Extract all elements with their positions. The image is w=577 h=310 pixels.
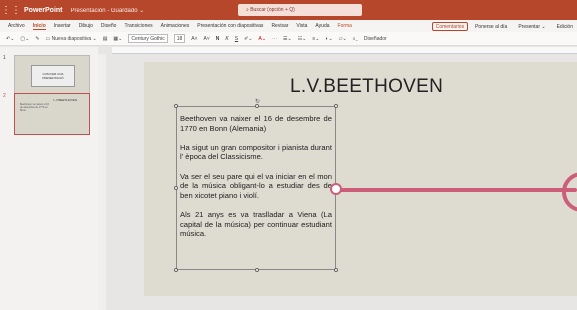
tab-insertar[interactable]: Insertar — [54, 23, 71, 29]
designer-button[interactable]: Diseñador — [364, 36, 387, 42]
format-painter-icon[interactable]: ✎ — [35, 36, 39, 42]
resize-handle[interactable] — [174, 104, 178, 108]
paragraph: Als 21 anys es va traslladar a Viena (La… — [180, 209, 332, 239]
resize-handle[interactable] — [174, 186, 178, 190]
tab-ayuda[interactable]: Ayuda — [315, 23, 329, 29]
font-size-select[interactable]: 18 — [173, 34, 186, 43]
search-input[interactable]: ⌕ Buscar (opción + Q) — [238, 4, 362, 16]
resize-handle[interactable] — [334, 104, 338, 108]
tab-diseno[interactable]: Diseño — [101, 23, 117, 29]
undo-icon[interactable]: ↶⌄ — [6, 36, 14, 42]
vertical-ruler — [98, 54, 106, 310]
align-icon[interactable]: ≡⌄ — [312, 36, 319, 42]
edit-mode-button[interactable]: Edición — [553, 22, 577, 31]
tab-inicio[interactable]: Inicio — [32, 23, 46, 30]
grow-font-icon[interactable]: A˄ — [191, 36, 197, 42]
app-name: PowerPoint — [24, 6, 63, 14]
highlight-icon[interactable]: ✐⌄ — [244, 36, 252, 42]
title-bar: ⋮⋮ PowerPoint Presentación - Guardado ⌄ … — [0, 0, 577, 20]
slide-thumbnail-2-text: Beethoven va naixer el 16 de desembre de… — [20, 103, 49, 112]
catch-up-button[interactable]: Ponerse al día — [471, 22, 511, 31]
ribbon-toolbar: ↶⌄ ▢⌄ ✎ ▭ Nueva diapositiva ⌄ ▤ ▦⌄ Centu… — [0, 32, 577, 46]
app-launcher-icon[interactable]: ⋮⋮ — [0, 0, 22, 20]
clipboard-icon[interactable]: ▢⌄ — [20, 36, 29, 42]
tab-presentacion[interactable]: Presentación con diapositivas — [197, 23, 263, 29]
slide-title[interactable]: L.V.BEETHOVEN — [290, 76, 443, 98]
bold-button[interactable]: N — [216, 36, 220, 42]
shape-outline-icon[interactable]: ▱⌄ — [339, 36, 347, 42]
slide-number-2: 2 — [3, 93, 6, 99]
slide-thumbnail-pane: 1 COM FER UNA PRESENTACIÓ 2 L.V.BEETHOVE… — [0, 47, 98, 310]
resize-handle[interactable] — [255, 268, 259, 272]
tab-dibujo[interactable]: Dibujo — [79, 23, 93, 29]
connector-line[interactable] — [336, 188, 577, 192]
connector-start-handle[interactable] — [330, 183, 342, 195]
new-slide-button[interactable]: ▭ Nueva diapositiva ⌄ — [46, 36, 97, 42]
paragraph: Beethoven va naixer el 16 de desembre de… — [180, 114, 332, 133]
comments-button[interactable]: Comentarios — [431, 21, 469, 31]
present-button[interactable]: Presentar ⌄ — [514, 22, 549, 31]
paragraph: Va ser el seu pare qui el va iniciar en … — [180, 171, 332, 200]
tab-revisar[interactable]: Revisar — [271, 23, 288, 29]
tab-archivo[interactable]: Archivo — [8, 23, 25, 29]
slide-thumbnail-2[interactable]: L.V.BEETHOVEN Beethoven va naixer el 16 … — [14, 93, 90, 135]
bullets-icon[interactable]: ☰⌄ — [283, 36, 292, 42]
shrink-font-icon[interactable]: A˅ — [204, 36, 210, 42]
slide-thumbnail-1-title: COM FER UNA PRESENTACIÓ — [31, 65, 75, 87]
resize-handle[interactable] — [174, 268, 178, 272]
ribbon-tabs: Archivo Inicio Insertar Dibujo Diseño Tr… — [0, 20, 577, 32]
slide-thumbnail-1[interactable]: COM FER UNA PRESENTACIÓ — [14, 55, 90, 97]
tab-transiciones[interactable]: Transiciones — [124, 23, 152, 29]
slide-body-text[interactable]: Beethoven va naixer el 16 de desembre de… — [180, 114, 332, 248]
numbering-icon[interactable]: ☷⌄ — [298, 36, 307, 42]
slide-number-1: 1 — [3, 55, 6, 61]
layout-icon[interactable]: ▤ — [103, 36, 108, 42]
resize-handle[interactable] — [334, 268, 338, 272]
font-color-icon[interactable]: A⌄ — [259, 36, 267, 42]
sections-icon[interactable]: ▦⌄ — [113, 36, 122, 42]
tab-vista[interactable]: Vista — [296, 23, 307, 29]
italic-button[interactable]: K — [225, 36, 228, 42]
document-name[interactable]: Presentación - Guardado ⌄ — [71, 7, 145, 14]
slide-thumbnail-2-title: L.V.BEETHOVEN — [53, 98, 77, 102]
more-icon[interactable]: ⋯ — [272, 36, 277, 42]
font-name-select[interactable]: Century Gothic — [128, 34, 168, 43]
paragraph: Ha sigut un gran compositor i pianista d… — [180, 142, 332, 162]
find-icon[interactable]: ⌕⌄ — [353, 36, 358, 42]
tab-forma[interactable]: Forma — [338, 23, 352, 29]
horizontal-ruler — [112, 47, 577, 54]
underline-button[interactable]: S — [235, 36, 238, 42]
tab-animaciones[interactable]: Animaciones — [161, 23, 190, 29]
resize-handle[interactable] — [255, 104, 259, 108]
shape-fill-icon[interactable]: ◐⌄ — [325, 36, 332, 42]
